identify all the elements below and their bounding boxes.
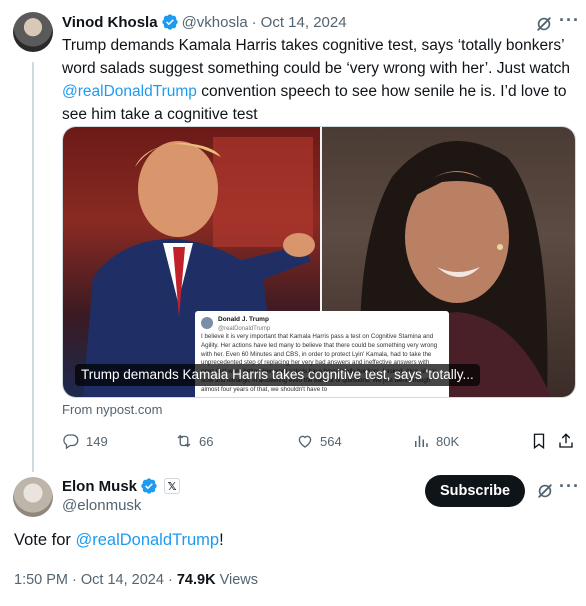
- embedded-post-name: Donald J. Trump: [218, 316, 269, 323]
- repost-icon: [177, 434, 191, 448]
- verified-badge-icon: [141, 478, 157, 494]
- tweet-date[interactable]: Oct 14, 2024: [261, 14, 347, 31]
- like-count: 564: [320, 433, 342, 449]
- mention-link[interactable]: @realDonaldTrump: [62, 83, 197, 100]
- avatar-elon-musk[interactable]: [13, 477, 53, 517]
- reply-text-prefix: Vote for: [14, 531, 76, 549]
- tweet-actions: 149 66 564 80K: [62, 430, 578, 452]
- reply-handle[interactable]: @elonmusk: [62, 497, 141, 514]
- separator-dot: ·: [72, 572, 77, 588]
- more-icon[interactable]: ···: [559, 10, 580, 31]
- link-source[interactable]: From nypost.com: [62, 402, 162, 417]
- heart-icon: [298, 435, 312, 448]
- embedded-post-avatar: [201, 317, 213, 329]
- reply-text-suffix: !: [219, 531, 224, 549]
- like-button[interactable]: 564: [296, 430, 342, 452]
- more-icon[interactable]: ···: [559, 476, 580, 497]
- share-button[interactable]: [557, 430, 575, 452]
- bookmark-button[interactable]: [530, 430, 548, 452]
- views-button[interactable]: 80K: [412, 430, 459, 452]
- tweet-text: Trump demands Kamala Harris takes cognit…: [62, 34, 572, 126]
- views-count: 80K: [436, 433, 460, 449]
- tweet-header: Vinod Khosla @vkhosla · Oct 14, 2024: [62, 13, 347, 31]
- share-icon: [559, 433, 573, 448]
- author-name[interactable]: Vinod Khosla: [62, 14, 158, 31]
- x-affiliate-badge[interactable]: 𝕏: [164, 478, 181, 494]
- reply-count: 149: [86, 433, 108, 449]
- separator-dot: ·: [251, 13, 257, 31]
- grok-icon[interactable]: [534, 14, 554, 34]
- repost-count: 66: [199, 433, 214, 449]
- reply-time[interactable]: 1:50 PM: [14, 572, 68, 588]
- thread-connector-line: [32, 62, 34, 472]
- bookmark-icon: [533, 433, 545, 450]
- tweet-text-part1: Trump demands Kamala Harris takes cognit…: [62, 37, 571, 77]
- reply-views-count: 74.9K: [176, 572, 216, 588]
- views-chart-icon: [415, 435, 428, 447]
- subscribe-button[interactable]: Subscribe: [425, 475, 525, 507]
- reply-author-name[interactable]: Elon Musk: [62, 478, 137, 495]
- separator-dot: ·: [167, 572, 173, 588]
- reply-meta: 1:50 PM · Oct 14, 2024 · 74.9K Views: [14, 572, 258, 588]
- reply-icon: [63, 434, 79, 450]
- reply-header: Elon Musk 𝕏: [62, 477, 181, 495]
- grok-icon[interactable]: [535, 481, 555, 501]
- media-caption: Trump demands Kamala Harris takes cognit…: [75, 364, 480, 386]
- reply-views-label: Views: [219, 572, 258, 588]
- reply-mention-link[interactable]: @realDonaldTrump: [75, 531, 219, 549]
- reply-button[interactable]: 149: [62, 430, 108, 452]
- repost-button[interactable]: 66: [175, 430, 213, 452]
- author-handle[interactable]: @vkhosla: [182, 14, 248, 31]
- media-card[interactable]: Donald J. Trump @realDonaldTrump I belie…: [62, 126, 576, 398]
- reply-text: Vote for @realDonaldTrump!: [14, 531, 224, 550]
- verified-badge-icon: [161, 14, 178, 30]
- reply-date[interactable]: Oct 14, 2024: [81, 572, 164, 588]
- avatar-vinod-khosla[interactable]: [13, 12, 53, 52]
